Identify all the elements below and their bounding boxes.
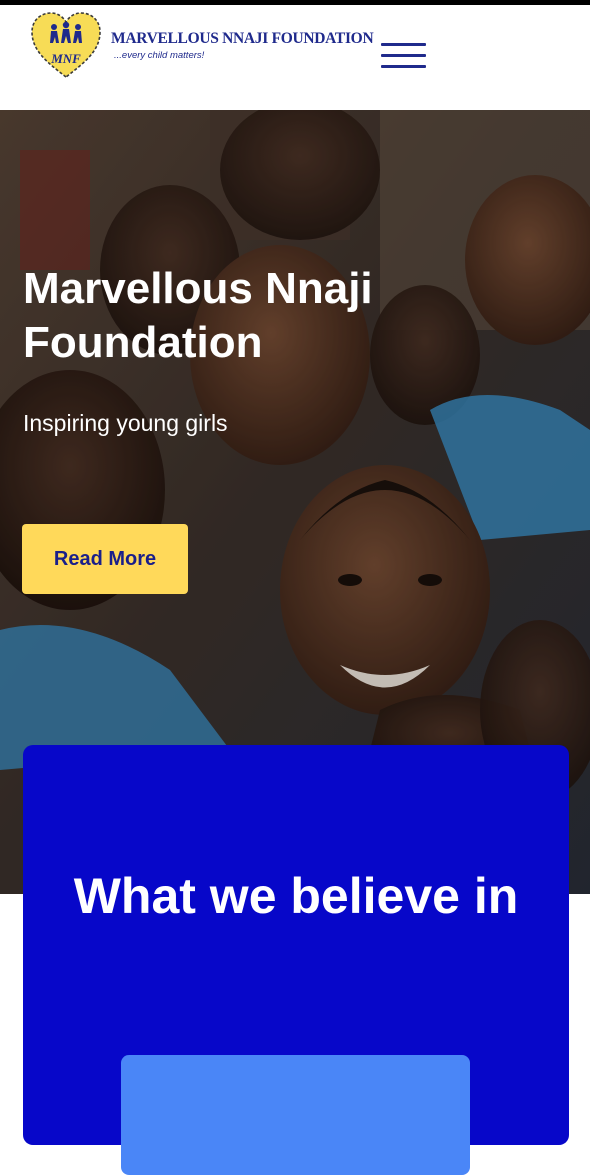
site-header: MNF MARVELLOUS NNAJI FOUNDATION ...every… bbox=[0, 5, 590, 110]
menu-bar-top bbox=[381, 43, 426, 46]
brand-tagline: ...every child matters! bbox=[114, 50, 205, 61]
beliefs-title: What we believe in bbox=[73, 868, 519, 924]
site-logo-link[interactable]: MNF MARVELLOUS NNAJI FOUNDATION ...every… bbox=[30, 11, 374, 81]
menu-bar-middle bbox=[381, 54, 426, 57]
hamburger-menu-icon[interactable] bbox=[378, 43, 430, 73]
hero-title: Marvellous Nnaji Foundation bbox=[23, 264, 373, 367]
read-more-button[interactable]: Read More bbox=[22, 524, 188, 594]
brand-name: MARVELLOUS NNAJI FOUNDATION bbox=[111, 30, 374, 47]
logo-letters: MNF bbox=[50, 51, 81, 66]
menu-bar-bottom bbox=[381, 65, 426, 68]
belief-card bbox=[121, 1055, 470, 1175]
heart-logo-icon: MNF bbox=[31, 12, 101, 79]
beliefs-section: What we believe in bbox=[23, 745, 569, 1175]
hero-subtitle: Inspiring young girls bbox=[23, 410, 228, 436]
